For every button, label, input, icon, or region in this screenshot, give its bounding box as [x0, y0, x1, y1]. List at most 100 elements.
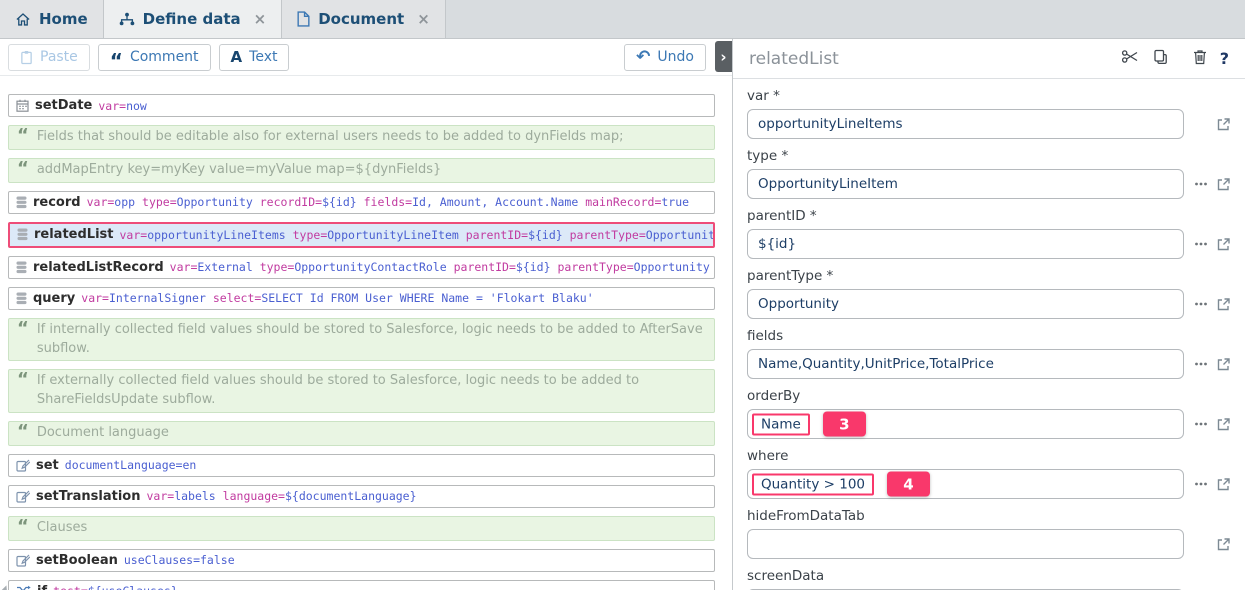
quote-icon: “ [17, 325, 29, 333]
field-label: hideFromDataTab [747, 508, 1231, 524]
command-name: setBoolean [36, 553, 118, 568]
inspector-field: whereQuantity > 1004 [747, 448, 1231, 499]
cut-button[interactable] [1121, 49, 1139, 68]
step-badge: 4 [887, 472, 930, 497]
database-icon [16, 196, 27, 209]
database-icon [16, 292, 27, 305]
paste-label: Paste [40, 49, 78, 65]
command-name: record [33, 195, 81, 210]
delete-button[interactable] [1193, 49, 1207, 69]
command-name: setTranslation [36, 489, 140, 504]
command-params: var=opp type=Opportunity recordID=${id} … [87, 195, 689, 209]
undo-button[interactable]: ↶ Undo [624, 44, 706, 71]
editor-toolbar: Paste “ Comment A Text ↶ Undo › [0, 39, 732, 76]
lookup-dots-button[interactable] [1194, 481, 1208, 487]
calendar-icon [16, 99, 29, 112]
tab-label: Document [318, 10, 404, 28]
inspector-field: fields [747, 328, 1231, 379]
record-row[interactable]: record var=opp type=Opportunity recordID=… [8, 191, 715, 214]
tab-document[interactable]: Document × [282, 0, 446, 38]
comment-row[interactable]: “Clauses [8, 516, 715, 541]
open-external-button[interactable] [1216, 117, 1231, 132]
field-label: parentType * [747, 268, 1231, 284]
comment-row[interactable]: “Document language [8, 421, 715, 446]
home-icon [15, 12, 31, 27]
annotation-overlay: Name3 [752, 412, 866, 437]
tab-label: Define data [143, 10, 241, 28]
help-icon: ? [1220, 49, 1229, 68]
command-params: useClauses=false [124, 553, 235, 567]
panel-collapse-button[interactable]: › [715, 41, 732, 72]
field-label: where [747, 448, 1231, 464]
fields-input[interactable] [747, 349, 1184, 379]
database-icon [17, 228, 28, 241]
lookup-dots-button[interactable] [1194, 361, 1208, 367]
comment-text: Clauses [37, 519, 87, 538]
trash-icon [1193, 49, 1207, 69]
command-name: setDate [35, 98, 92, 113]
text-label: Text [249, 49, 277, 65]
inspector-title: relatedList [749, 49, 1108, 69]
setDate-row[interactable]: setDate var=now [8, 94, 715, 117]
var-input[interactable] [747, 109, 1184, 139]
field-label: type * [747, 148, 1231, 164]
command-params: var=opportunityLineItems type=Opportunit… [120, 228, 716, 242]
field-label: fields [747, 328, 1231, 344]
type-input[interactable] [747, 169, 1184, 199]
lookup-dots-button[interactable] [1194, 421, 1208, 427]
tab-bar: Home Define data × Document × [0, 0, 1245, 39]
command-params: test=${useClauses} [53, 584, 178, 590]
inspector-field: screenData [747, 568, 1231, 590]
if-row[interactable]: if test=${useClauses} [8, 580, 715, 590]
parentType-input[interactable] [747, 289, 1184, 319]
open-external-button[interactable] [1216, 537, 1231, 552]
command-name: if [37, 584, 47, 590]
close-tab-icon[interactable]: × [254, 12, 267, 27]
comment-row[interactable]: “addMapEntry key=myKey value=myValue map… [8, 158, 715, 183]
tab-define-data[interactable]: Define data × [104, 0, 283, 38]
lookup-dots-button[interactable] [1194, 241, 1208, 247]
tab-home[interactable]: Home [0, 0, 104, 38]
setBoolean-row[interactable]: setBoolean useClauses=false [8, 549, 715, 572]
command-name: set [36, 458, 59, 473]
open-external-button[interactable] [1216, 477, 1231, 492]
parentID-input[interactable] [747, 229, 1184, 259]
copy-button[interactable] [1152, 49, 1169, 69]
chevron-right-icon: › [720, 48, 726, 66]
quote-icon: “ [110, 56, 123, 66]
text-button[interactable]: A Text [219, 44, 290, 71]
lookup-dots-button[interactable] [1194, 181, 1208, 187]
setTranslation-row[interactable]: setTranslationvar=labels language=${docu… [8, 485, 715, 508]
open-external-button[interactable] [1216, 417, 1231, 432]
comment-button[interactable]: “ Comment [98, 44, 211, 71]
step-badge: 3 [823, 412, 866, 437]
open-external-button[interactable] [1216, 177, 1231, 192]
command-params: var=now [98, 99, 146, 113]
comment-row[interactable]: “If externally collected field values sh… [8, 369, 715, 413]
query-row[interactable]: queryvar=InternalSigner select=SELECT Id… [8, 287, 715, 310]
relatedListRecord-row[interactable]: relatedListRecordvar=External type=Oppor… [8, 256, 715, 279]
comment-row[interactable]: “Fields that should be editable also for… [8, 125, 715, 150]
command-params: var=External type=OpportunityContactRole… [170, 260, 715, 274]
set-row[interactable]: setdocumentLanguage=en [8, 454, 715, 477]
open-external-button[interactable] [1216, 357, 1231, 372]
comment-text: If externally collected field values sho… [37, 372, 706, 410]
pencil-icon [16, 459, 30, 472]
tree-icon [119, 12, 135, 26]
undo-label: Undo [657, 49, 694, 65]
paste-button[interactable]: Paste [8, 44, 90, 71]
open-external-button[interactable] [1216, 297, 1231, 312]
field-label: screenData [747, 568, 1231, 584]
lookup-dots-button[interactable] [1194, 301, 1208, 307]
comment-row[interactable]: “If internally collected field values sh… [8, 318, 715, 362]
inspector-header: relatedList ? [733, 39, 1245, 79]
relatedList-row[interactable]: relatedListvar=opportunityLineItems type… [8, 222, 715, 248]
inspector-field: parentType * [747, 268, 1231, 319]
field-label: parentID * [747, 208, 1231, 224]
document-icon [297, 11, 310, 27]
help-button[interactable]: ? [1220, 49, 1229, 68]
close-tab-icon[interactable]: × [417, 12, 430, 27]
open-external-button[interactable] [1216, 237, 1231, 252]
hideFromDataTab-input[interactable] [747, 529, 1184, 559]
quote-icon: “ [17, 428, 29, 436]
